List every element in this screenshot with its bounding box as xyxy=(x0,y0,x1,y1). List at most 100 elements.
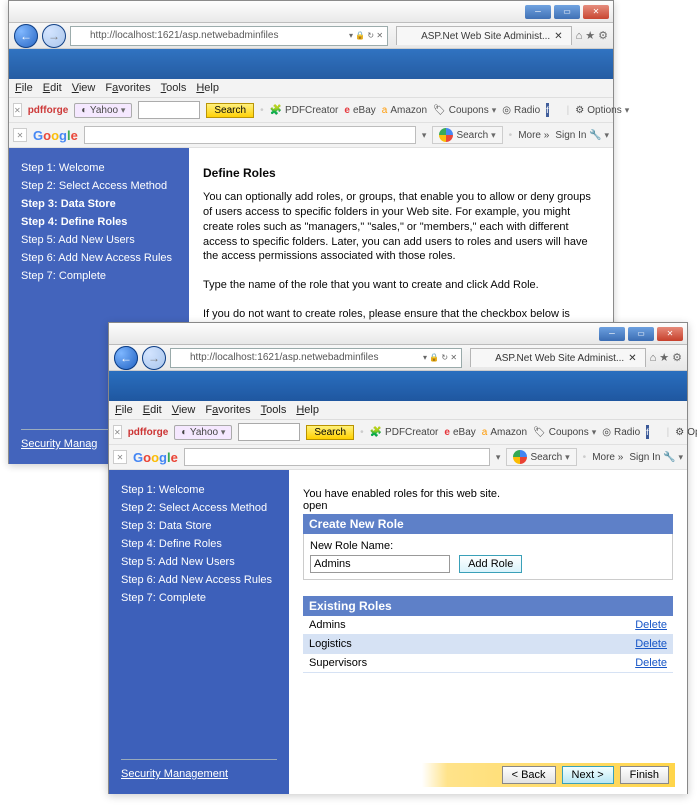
signin-link[interactable]: Sign In 🔧 ▾ xyxy=(555,130,609,141)
tb-options[interactable]: ⚙ Options ▾ xyxy=(575,105,629,116)
back-button[interactable]: < Back xyxy=(502,766,556,784)
url-field[interactable]: http://localhost:1621/asp.netwebadminfil… xyxy=(70,26,388,46)
ie-favicon xyxy=(75,30,87,42)
forward-nav-button[interactable]: → xyxy=(42,24,66,48)
step-7[interactable]: Step 7: Complete xyxy=(21,270,177,282)
google-search-button[interactable]: Search ▾ xyxy=(506,448,576,466)
add-role-button[interactable]: Add Role xyxy=(459,555,522,573)
tb-coupons[interactable]: 🏷 Coupons ▾ xyxy=(433,105,496,116)
gear-icon[interactable]: ⚙ xyxy=(598,29,608,42)
toolbar-close-icon[interactable]: ✕ xyxy=(113,425,122,439)
menu-edit[interactable]: Edit xyxy=(143,404,162,416)
menu-edit[interactable]: Edit xyxy=(43,82,62,94)
step-3[interactable]: Step 3: Data Store xyxy=(121,520,277,532)
fb-icon[interactable]: f xyxy=(546,103,549,117)
close-button[interactable]: ✕ xyxy=(657,327,683,341)
google-search-input[interactable] xyxy=(184,448,490,466)
menu-view[interactable]: View xyxy=(72,82,96,94)
step-2[interactable]: Step 2: Select Access Method xyxy=(21,180,177,192)
menu-help[interactable]: Help xyxy=(296,404,319,416)
step-3[interactable]: Step 3: Data Store xyxy=(21,198,177,210)
maximize-button[interactable]: ▭ xyxy=(554,5,580,19)
titlebar: ─ ▭ ✕ xyxy=(9,1,613,23)
new-role-input[interactable] xyxy=(310,555,450,573)
toolbar-close-icon[interactable]: ✕ xyxy=(113,450,127,464)
tab-favicon xyxy=(405,30,417,42)
toolbar-search-button[interactable]: Search xyxy=(306,425,354,440)
step-4[interactable]: Step 4: Define Roles xyxy=(121,538,277,550)
google-search-button[interactable]: Search ▾ xyxy=(432,126,502,144)
gear-icon[interactable]: ⚙ xyxy=(672,351,682,364)
delete-link[interactable]: Delete xyxy=(531,654,673,673)
step-2[interactable]: Step 2: Select Access Method xyxy=(121,502,277,514)
tb-amazon[interactable]: a Amazon xyxy=(382,105,427,116)
back-nav-button[interactable]: ← xyxy=(114,346,138,370)
step-1[interactable]: Step 1: Welcome xyxy=(121,484,277,496)
toolbar-search-input[interactable] xyxy=(238,423,300,441)
home-icon[interactable]: ⌂ xyxy=(576,30,583,42)
google-search-input[interactable] xyxy=(84,126,416,144)
role-name: Logistics xyxy=(303,635,531,654)
browser-tab[interactable]: ASP.Net Web Site Administ... ✕ xyxy=(470,348,646,367)
toolbar-search-button[interactable]: Search xyxy=(206,103,254,118)
menu-view[interactable]: View xyxy=(172,404,196,416)
menu-file[interactable]: File xyxy=(15,82,33,94)
search-provider-dropdown[interactable]: ◐ Yahoo ▾ xyxy=(174,425,232,440)
tab-close-icon[interactable]: ✕ xyxy=(554,31,562,42)
forward-nav-button[interactable]: → xyxy=(142,346,166,370)
step-4[interactable]: Step 4: Define Roles xyxy=(21,216,177,228)
menu-favorites[interactable]: Favorites xyxy=(205,404,250,416)
existing-roles-header: Existing Roles xyxy=(303,596,673,616)
delete-link[interactable]: Delete xyxy=(531,616,673,635)
menu-favorites[interactable]: Favorites xyxy=(105,82,150,94)
tb-ebay[interactable]: e eBay xyxy=(344,105,375,116)
toolbar-search-input[interactable] xyxy=(138,101,200,119)
step-6[interactable]: Step 6: Add New Access Rules xyxy=(21,252,177,264)
step-1[interactable]: Step 1: Welcome xyxy=(21,162,177,174)
tb-options[interactable]: ⚙ Options ▾ xyxy=(675,427,697,438)
home-icon[interactable]: ⌂ xyxy=(650,352,657,364)
command-bar xyxy=(9,49,613,79)
signin-link[interactable]: Sign In 🔧 ▾ xyxy=(629,452,683,463)
more-menu[interactable]: More » xyxy=(592,452,623,463)
table-row: Logistics Delete xyxy=(303,635,673,654)
menu-file[interactable]: File xyxy=(115,404,133,416)
menu-tools[interactable]: Tools xyxy=(161,82,187,94)
search-provider-dropdown[interactable]: ◐ Yahoo ▾ xyxy=(74,103,132,118)
delete-link[interactable]: Delete xyxy=(531,635,673,654)
finish-button[interactable]: Finish xyxy=(620,766,669,784)
close-button[interactable]: ✕ xyxy=(583,5,609,19)
minimize-button[interactable]: ─ xyxy=(525,5,551,19)
browser-window-front: ─ ▭ ✕ ← → http://localhost:1621/asp.netw… xyxy=(108,322,688,794)
favorites-icon[interactable]: ★ xyxy=(585,29,595,42)
tb-pdfcreator[interactable]: 🧩 PDFCreator xyxy=(270,105,339,116)
next-button[interactable]: Next > xyxy=(562,766,614,784)
more-menu[interactable]: More » xyxy=(518,130,549,141)
tb-coupons[interactable]: 🏷 Coupons ▾ xyxy=(533,427,596,438)
step-6[interactable]: Step 6: Add New Access Rules xyxy=(121,574,277,586)
back-nav-button[interactable]: ← xyxy=(14,24,38,48)
tb-radio[interactable]: ◎ Radio xyxy=(602,427,640,438)
url-field[interactable]: http://localhost:1621/asp.netwebadminfil… xyxy=(170,348,462,368)
minimize-button[interactable]: ─ xyxy=(599,327,625,341)
browser-tab[interactable]: ASP.Net Web Site Administ... ✕ xyxy=(396,26,572,45)
step-5[interactable]: Step 5: Add New Users xyxy=(121,556,277,568)
tb-amazon[interactable]: a Amazon xyxy=(482,427,527,438)
security-management-link[interactable]: Security Management xyxy=(121,759,277,780)
toolbar-close-icon[interactable]: ✕ xyxy=(13,128,27,142)
favorites-icon[interactable]: ★ xyxy=(659,351,669,364)
google-toolbar: ✕ Google ▾ Search ▾ • More » Sign In 🔧 ▾ xyxy=(9,123,613,148)
tb-pdfcreator[interactable]: 🧩 PDFCreator xyxy=(370,427,439,438)
tb-ebay[interactable]: e eBay xyxy=(444,427,475,438)
maximize-button[interactable]: ▭ xyxy=(628,327,654,341)
step-5[interactable]: Step 5: Add New Users xyxy=(21,234,177,246)
pdfforge-toolbar: ✕ pdfforge ◐ Yahoo ▾ Search • 🧩 PDFCreat… xyxy=(109,420,687,445)
pdfforge-logo: pdfforge xyxy=(128,427,169,438)
menu-help[interactable]: Help xyxy=(196,82,219,94)
fb-icon[interactable]: f xyxy=(646,425,649,439)
tb-radio[interactable]: ◎ Radio xyxy=(502,105,540,116)
toolbar-close-icon[interactable]: ✕ xyxy=(13,103,22,117)
menu-tools[interactable]: Tools xyxy=(261,404,287,416)
tab-close-icon[interactable]: ✕ xyxy=(628,353,636,364)
step-7[interactable]: Step 7: Complete xyxy=(121,592,277,604)
